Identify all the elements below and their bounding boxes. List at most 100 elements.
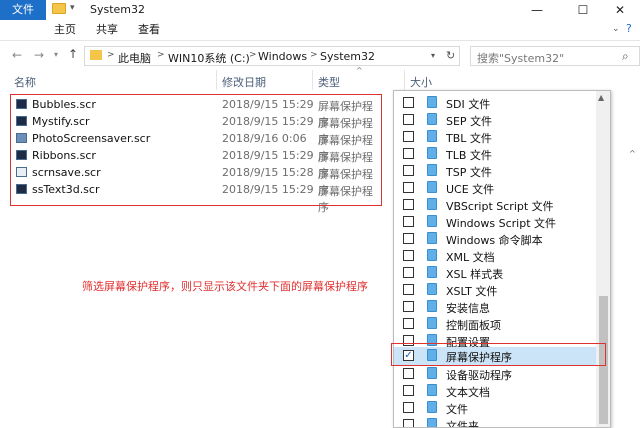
tab-home[interactable]: 主页: [50, 20, 80, 40]
filter-item[interactable]: XSL 样式表: [394, 264, 596, 281]
tab-file[interactable]: 文件: [0, 0, 46, 20]
filter-item-label: 文件夹: [446, 420, 479, 428]
scroll-caret-icon[interactable]: ^: [629, 149, 636, 158]
column-header-size[interactable]: 大小: [410, 74, 432, 90]
filter-checkbox[interactable]: [403, 385, 414, 396]
filter-item-label: 安装信息: [446, 302, 490, 315]
filter-item-label: XSL 样式表: [446, 268, 504, 281]
window-title: System32: [90, 3, 146, 16]
minimize-button[interactable]: —: [514, 0, 560, 20]
filter-item[interactable]: 文本文档: [394, 382, 596, 399]
filter-checkbox[interactable]: [403, 318, 414, 329]
filter-item-label: XSLT 文件: [446, 285, 498, 298]
help-icon[interactable]: ?: [626, 22, 632, 35]
filter-item[interactable]: 安装信息: [394, 298, 596, 315]
filter-item[interactable]: XSLT 文件: [394, 281, 596, 298]
column-header-date[interactable]: 修改日期: [222, 74, 266, 90]
filter-item[interactable]: TSP 文件: [394, 162, 596, 179]
filter-item[interactable]: TBL 文件: [394, 128, 596, 145]
refresh-icon[interactable]: ↻: [446, 49, 455, 62]
filter-checkbox[interactable]: [403, 148, 414, 159]
filter-checkbox[interactable]: [403, 368, 414, 379]
file-type-icon: [427, 113, 437, 125]
recent-locations-icon[interactable]: ▾: [54, 50, 58, 59]
file-type-icon: [427, 164, 437, 176]
type-filter-dropdown: SDI 文件 SEP 文件 TBL 文件 TLB 文件 TSP 文件 UCE 文…: [393, 90, 611, 428]
column-header-type[interactable]: 类型: [318, 74, 340, 90]
filter-checkbox[interactable]: [403, 216, 414, 227]
highlight-box-files: [10, 94, 382, 206]
filter-item-label: XML 文档: [446, 251, 495, 264]
filter-item[interactable]: VBScript Script 文件: [394, 196, 596, 213]
filter-item[interactable]: 文件: [394, 399, 596, 416]
filter-checkbox[interactable]: [403, 131, 414, 142]
filter-item[interactable]: Windows Script 文件: [394, 213, 596, 230]
customize-toolbar-icon[interactable]: ▾: [70, 3, 75, 13]
dropdown-scrollbar[interactable]: ▲: [596, 91, 610, 427]
filter-item[interactable]: 控制面板项: [394, 315, 596, 332]
file-type-icon: [427, 215, 437, 227]
filter-item[interactable]: Windows 命令脚本: [394, 230, 596, 247]
filter-item[interactable]: SDI 文件: [394, 94, 596, 111]
expand-ribbon-icon[interactable]: ⌄: [612, 24, 620, 34]
filter-item[interactable]: 设备驱动程序: [394, 365, 596, 382]
filter-item-label: TLB 文件: [446, 149, 492, 162]
forward-arrow-icon[interactable]: →: [34, 48, 44, 62]
address-dropdown-icon[interactable]: ▾: [431, 51, 435, 60]
file-type-icon: [427, 96, 437, 108]
filter-checkbox[interactable]: [403, 233, 414, 244]
filter-item[interactable]: SEP 文件: [394, 111, 596, 128]
file-type-icon: [427, 147, 437, 159]
filter-item[interactable]: TLB 文件: [394, 145, 596, 162]
file-type-icon: [427, 232, 437, 244]
filter-caret-icon[interactable]: ^: [356, 66, 363, 75]
new-folder-icon[interactable]: [52, 3, 66, 14]
file-type-icon: [427, 266, 437, 278]
filter-checkbox[interactable]: [403, 267, 414, 278]
file-type-icon: [427, 418, 437, 427]
filter-checkbox[interactable]: [403, 402, 414, 413]
breadcrumb-system32[interactable]: System32: [320, 50, 375, 63]
filter-checkbox[interactable]: [403, 114, 414, 125]
filter-item-label: Windows Script 文件: [446, 217, 556, 230]
column-header-name[interactable]: 名称: [14, 74, 36, 90]
filter-checkbox[interactable]: [403, 301, 414, 312]
tab-share[interactable]: 共享: [92, 20, 122, 40]
close-button[interactable]: ✕: [600, 0, 640, 20]
filter-item-label: SDI 文件: [446, 98, 491, 111]
breadcrumb-drive-c[interactable]: WIN10系统 (C:): [168, 50, 250, 66]
filter-item-label: 设备驱动程序: [446, 369, 512, 382]
tab-view[interactable]: 查看: [134, 20, 164, 40]
filter-checkbox[interactable]: [403, 182, 414, 193]
file-type-icon: [427, 367, 437, 379]
filter-checkbox[interactable]: [403, 284, 414, 295]
column-divider[interactable]: [404, 70, 405, 90]
filter-item-label: 控制面板项: [446, 319, 501, 332]
breadcrumb-separator-icon: >: [310, 50, 318, 60]
filter-item[interactable]: XML 文档: [394, 247, 596, 264]
filter-checkbox[interactable]: [403, 97, 414, 108]
filter-item[interactable]: UCE 文件: [394, 179, 596, 196]
breadcrumb-this-pc[interactable]: 此电脑: [118, 50, 151, 66]
file-type-icon: [427, 130, 437, 142]
search-input[interactable]: 搜索"System32": [470, 46, 640, 66]
filter-item[interactable]: 文件夹: [394, 416, 596, 428]
filter-checkbox[interactable]: [403, 199, 414, 210]
search-icon[interactable]: ⌕: [622, 49, 629, 64]
breadcrumb-separator-icon: >: [157, 50, 165, 60]
address-folder-icon: [90, 50, 102, 60]
file-type-icon: [427, 198, 437, 210]
filter-item-label: VBScript Script 文件: [446, 200, 554, 213]
file-type-icon: [427, 401, 437, 413]
filter-checkbox[interactable]: [403, 419, 414, 427]
filter-checkbox[interactable]: [403, 165, 414, 176]
filter-checkbox[interactable]: [403, 250, 414, 261]
back-arrow-icon[interactable]: ←: [12, 48, 22, 62]
file-type-icon: [427, 384, 437, 396]
breadcrumb-windows[interactable]: Windows: [258, 50, 307, 63]
up-arrow-icon[interactable]: ↑: [68, 47, 78, 61]
scroll-up-icon[interactable]: ▲: [598, 93, 604, 102]
column-divider[interactable]: [312, 70, 313, 90]
filter-item-label: 文本文档: [446, 386, 490, 399]
column-divider[interactable]: [216, 70, 217, 90]
